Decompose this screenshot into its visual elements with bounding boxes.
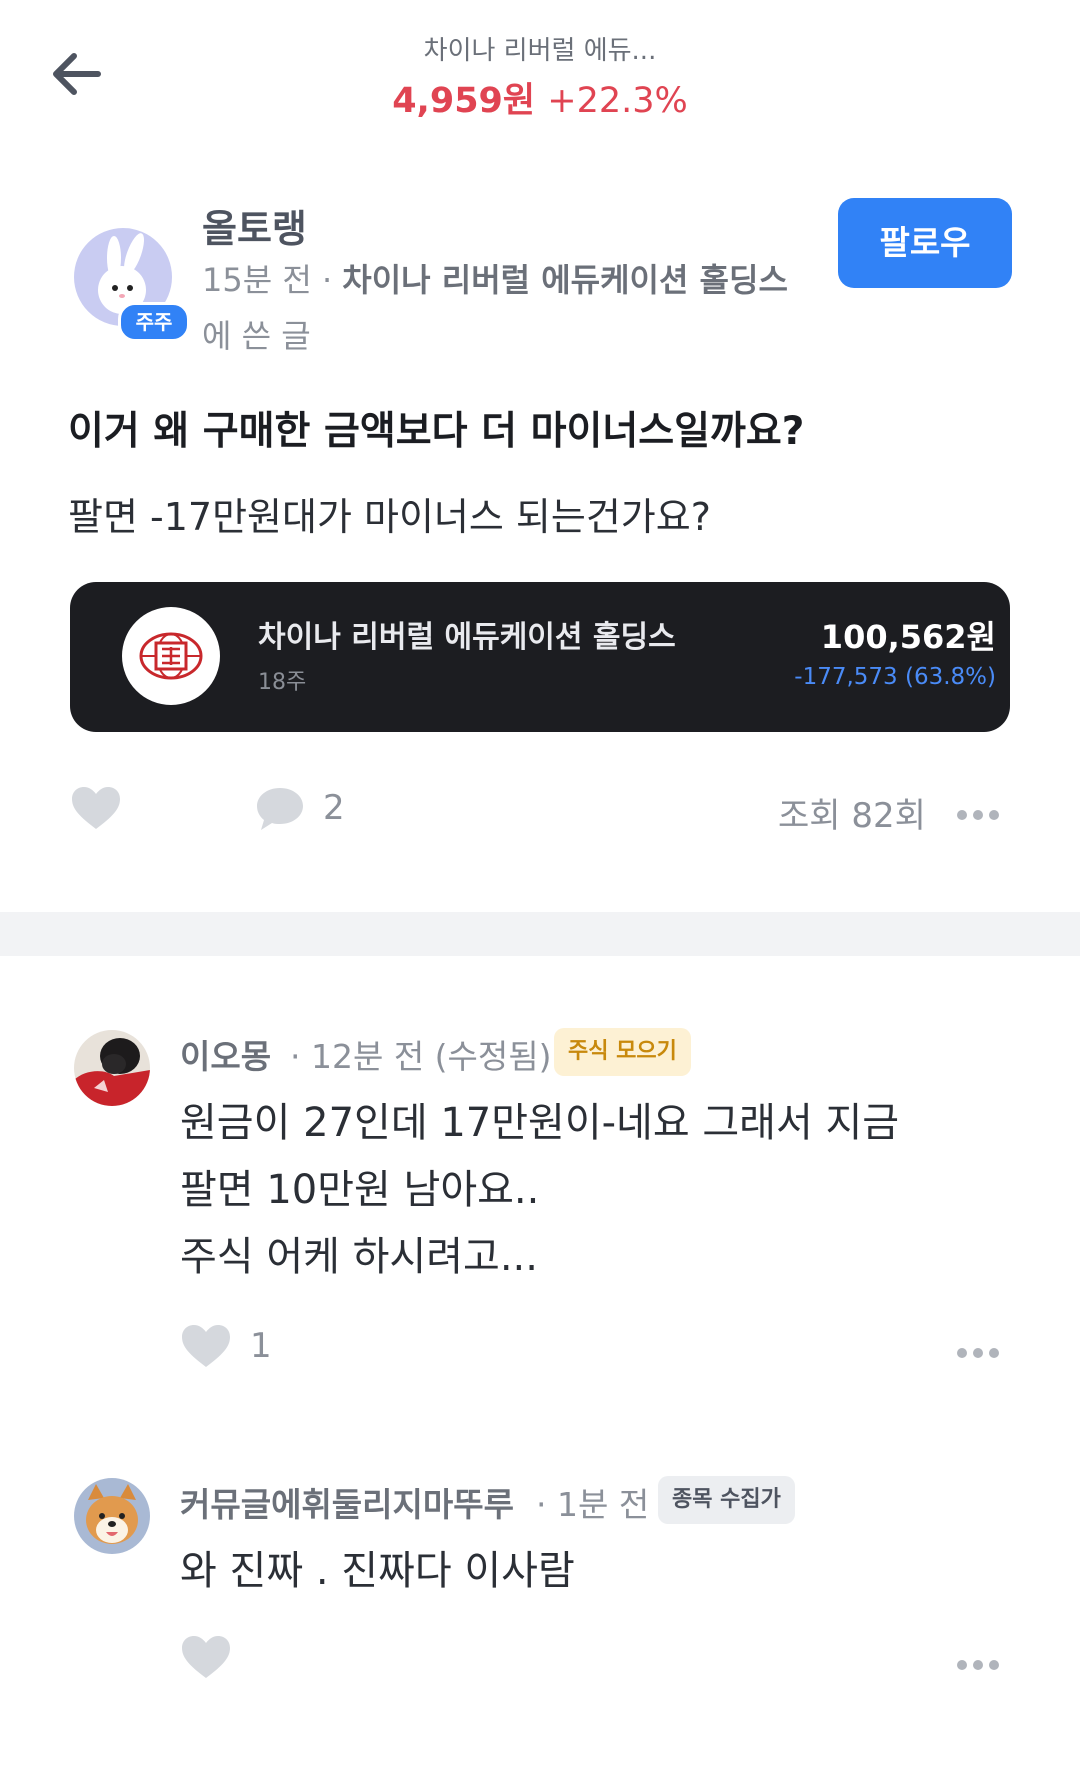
heart-icon	[182, 1325, 230, 1367]
stock-name: 차이나 리버럴 에듀케이션 홀딩스	[258, 620, 676, 655]
comment-line: 주식 어케 하시려고...	[180, 1234, 538, 1280]
comment-more-button[interactable]	[956, 1656, 1000, 1670]
holder-badge: 주주	[118, 302, 190, 342]
post-meta: 15분 전 · 차이나 리버럴 에듀케이션 홀딩스	[202, 261, 788, 299]
comment-like-button[interactable]	[180, 1323, 232, 1373]
comment-line: 원금이 27인데 17만원이-네요 그래서 지금	[180, 1100, 900, 1146]
stock-holding-card[interactable]: 차이나 리버럴 에듀케이션 홀딩스 18주 100,562원 -177,573 …	[70, 582, 1010, 732]
header-stock-title[interactable]: 차이나 리버럴 에듀...	[0, 30, 1080, 67]
comment-time: · 1분 전	[536, 1485, 650, 1524]
comment-like-count: 1	[250, 1326, 272, 1366]
comment-badge: 종목 수집가	[658, 1476, 795, 1524]
comment-author[interactable]: 커뮤글에휘둘리지마뚜루	[180, 1478, 514, 1526]
post-body: 팔면 -17만원대가 마이너스 되는건가요?	[68, 495, 711, 539]
post-like-button[interactable]	[70, 785, 122, 835]
comment-more-button[interactable]	[956, 1344, 1000, 1358]
more-dots-icon	[957, 1660, 999, 1670]
post-comment-button[interactable]	[255, 785, 305, 837]
stock-quantity: 18주	[258, 670, 307, 695]
comment-avatar[interactable]	[74, 1478, 150, 1554]
comment-author[interactable]: 이오몽	[180, 1030, 271, 1078]
comment-line: 와 진짜 . 진짜다 이사람	[180, 1548, 575, 1594]
post-more-button[interactable]	[956, 806, 1000, 820]
more-dots-icon	[957, 1348, 999, 1358]
comment-bubble-icon	[257, 788, 303, 830]
comment-like-button[interactable]	[180, 1634, 232, 1684]
user-photo-avatar	[74, 1030, 150, 1106]
dog-photo-avatar	[74, 1478, 150, 1554]
comment-line: 팔면 10만원 남아요..	[180, 1167, 540, 1213]
header-price-change: +22.3%	[547, 81, 688, 121]
section-divider	[0, 912, 1080, 956]
header-price-value: 4,959원	[392, 81, 536, 121]
view-count: 조회 82회	[778, 796, 926, 836]
comment-count: 2	[323, 788, 345, 828]
comment-avatar[interactable]	[74, 1030, 150, 1106]
post-meta-suffix: 에 쓴 글	[202, 317, 311, 355]
author-name[interactable]: 올토랭	[202, 198, 307, 253]
comment-text: 원금이 27인데 17만원이-네요 그래서 지금 팔면 10만원 남아요.. 주…	[180, 1090, 899, 1291]
more-dots-icon	[957, 810, 999, 820]
stock-change: -177,573 (63.8%)	[794, 664, 996, 690]
follow-button[interactable]: 팔로우	[838, 198, 1012, 288]
stock-logo-icon	[122, 607, 220, 705]
comment-time: · 12분 전 (수정됨)	[290, 1037, 552, 1076]
heart-icon	[182, 1636, 230, 1678]
heart-icon	[72, 787, 120, 829]
post-title: 이거 왜 구매한 금액보다 더 마이너스일까요?	[68, 409, 805, 454]
comment-badge: 주식 모으기	[554, 1028, 691, 1076]
header-stock-price: 4,959원 +22.3%	[0, 72, 1080, 123]
comment-text: 와 진짜 . 진짜다 이사람	[180, 1538, 575, 1605]
post-time: 15분 전	[202, 261, 312, 299]
post-stock-link[interactable]: 차이나 리버럴 에듀케이션 홀딩스	[342, 261, 788, 299]
stock-amount: 100,562원	[820, 618, 996, 656]
